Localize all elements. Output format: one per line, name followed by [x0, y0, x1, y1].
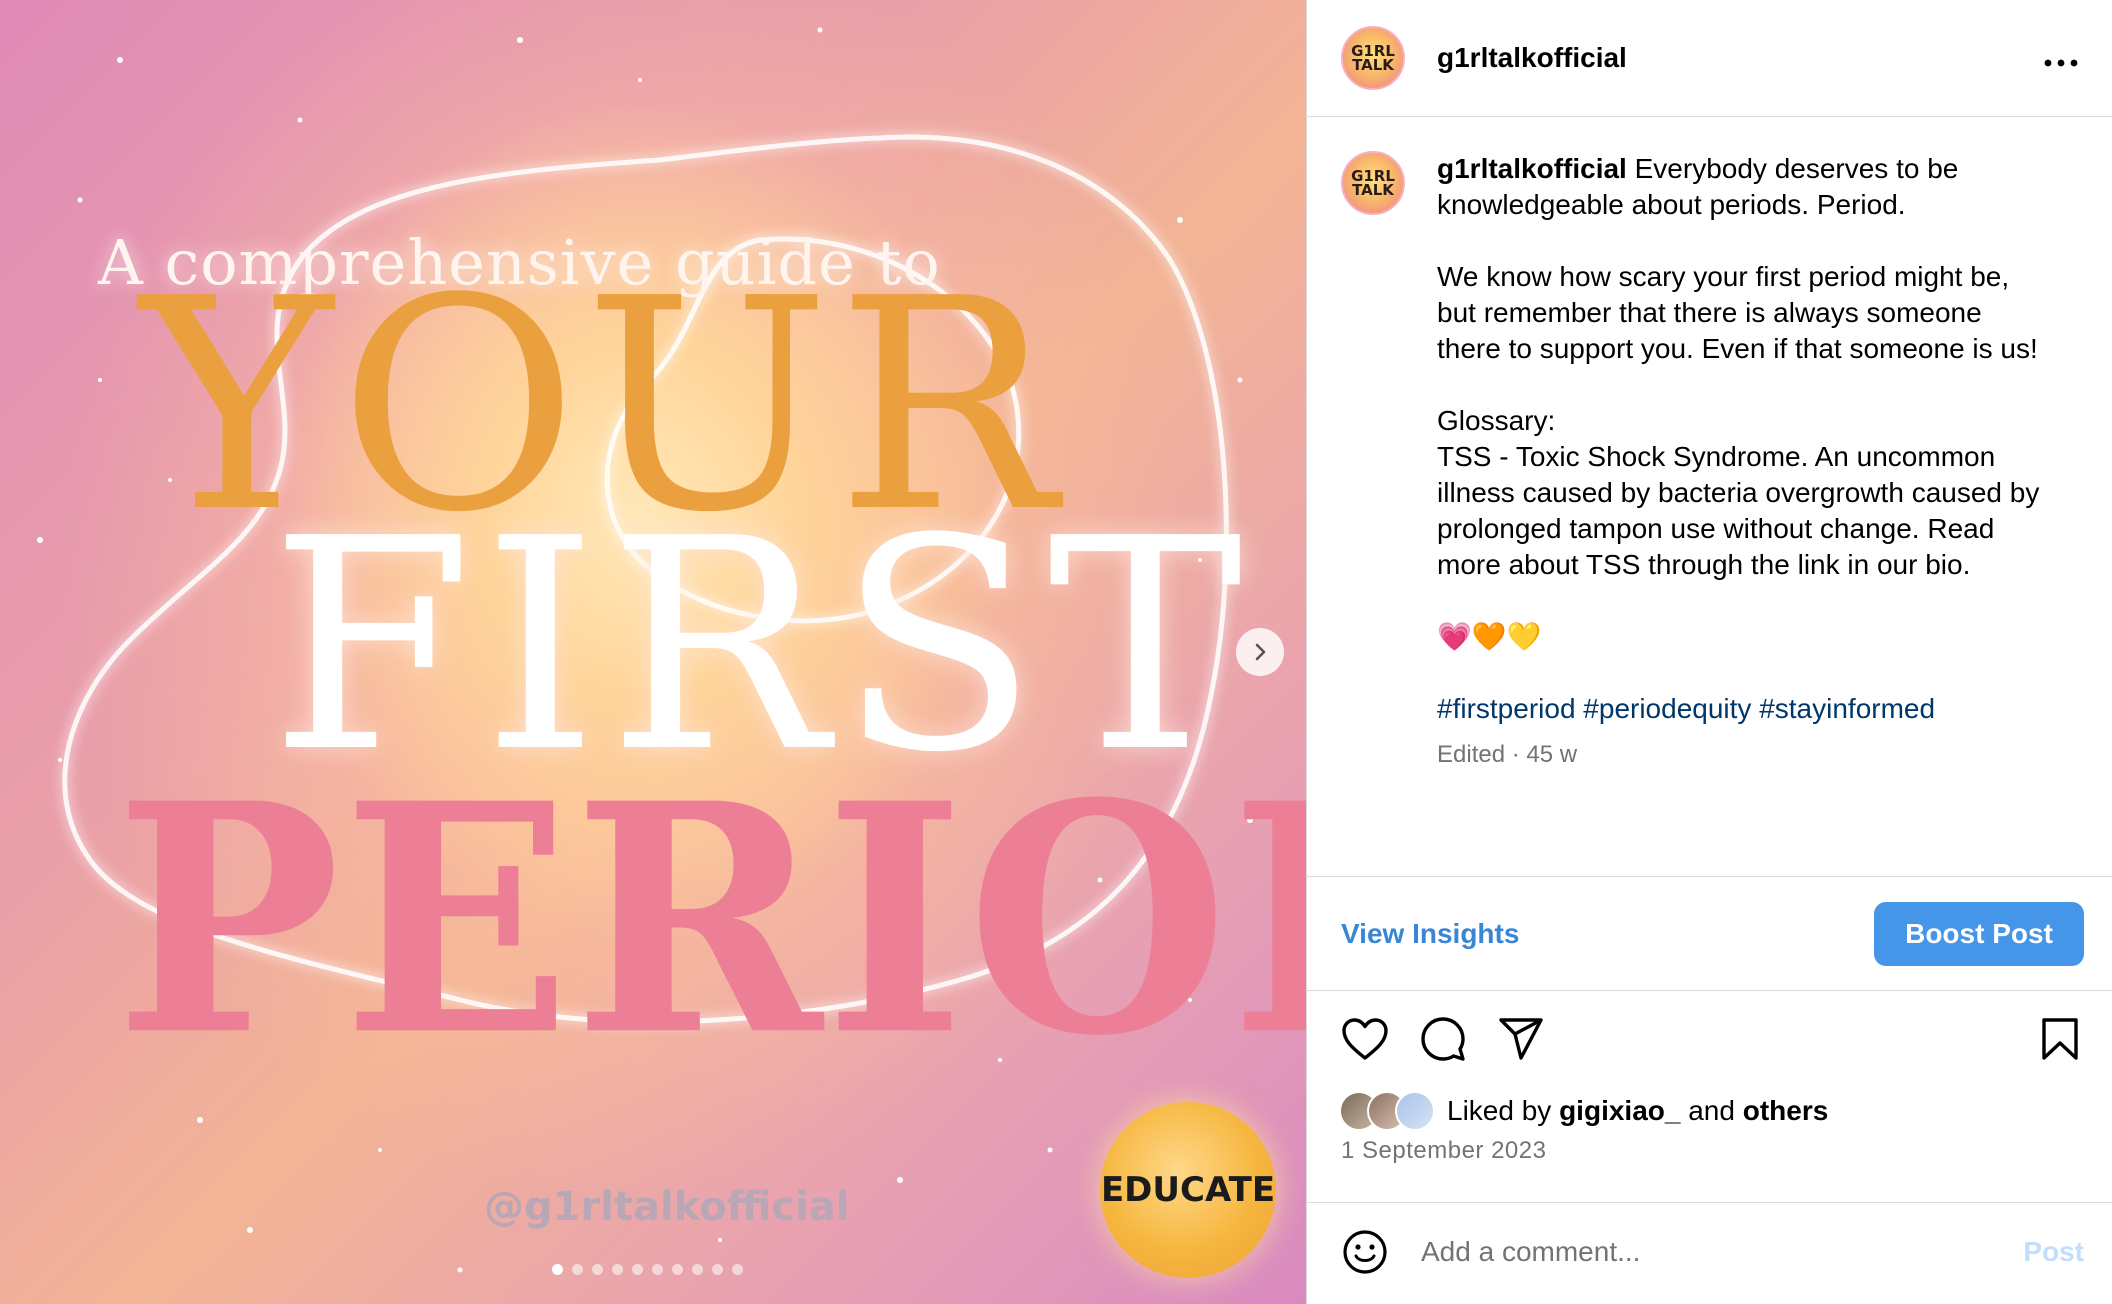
bookmark-icon	[2042, 1018, 2078, 1060]
caption-paragraph-2: We know how scary your first period migh…	[1437, 261, 2038, 364]
avatar-text-bottom: TALK	[1352, 56, 1394, 74]
caption-text: g1rltalkofficial Everybody deserves to b…	[1437, 151, 2049, 876]
comment-input[interactable]	[1421, 1236, 2024, 1268]
paper-plane-icon	[1499, 1018, 1543, 1060]
account-username[interactable]: g1rltalkofficial	[1437, 42, 2036, 74]
save-button[interactable]	[2034, 1013, 2086, 1065]
caption-area: G1RL TALK g1rltalkofficial Everybody dese…	[1307, 117, 2112, 877]
glossary-body: TSS - Toxic Shock Syndrome. An uncommon …	[1437, 441, 2040, 580]
comment-row: Post	[1307, 1203, 2112, 1301]
carousel-next-button[interactable]	[1236, 628, 1284, 676]
action-bar	[1339, 1013, 2086, 1065]
carousel-dot[interactable]	[672, 1264, 683, 1275]
comment-bubble-icon	[1421, 1017, 1465, 1061]
comment-button[interactable]	[1417, 1013, 1469, 1065]
account-avatar[interactable]: G1RL TALK	[1341, 26, 1405, 90]
educate-badge: EDUCATE	[1100, 1102, 1276, 1278]
educate-badge-label: EDUCATE	[1100, 1170, 1276, 1210]
share-button[interactable]	[1495, 1013, 1547, 1065]
post-side-panel: G1RL TALK g1rltalkofficial G1RL TALK g1rlt…	[1306, 0, 2112, 1304]
smiley-icon	[1343, 1230, 1387, 1274]
post-comment-button[interactable]: Post	[2023, 1236, 2084, 1268]
more-options-button[interactable]	[2036, 41, 2086, 75]
avatar-text-bottom: TALK	[1352, 181, 1394, 199]
view-insights-link[interactable]: View Insights	[1341, 918, 1519, 950]
likes-others[interactable]: others	[1743, 1095, 1829, 1126]
carousel-dot[interactable]	[712, 1264, 723, 1275]
likes-user[interactable]: gigixiao_	[1559, 1095, 1680, 1126]
carousel-dot[interactable]	[612, 1264, 623, 1275]
carousel-dot[interactable]	[552, 1264, 563, 1275]
hashtag-link[interactable]: #periodequity	[1583, 693, 1751, 724]
carousel-dot[interactable]	[692, 1264, 703, 1275]
carousel-dots	[552, 1264, 743, 1275]
glossary-heading: Glossary:	[1437, 405, 1556, 436]
likes-summary[interactable]: Liked by gigixiao_ and others	[1447, 1095, 1828, 1127]
caption-emojis: 💗🧡💛	[1437, 621, 1542, 652]
likes-middle: and	[1688, 1095, 1735, 1126]
emoji-picker-button[interactable]	[1341, 1228, 1389, 1276]
hashtag-link[interactable]: #stayinformed	[1759, 693, 1935, 724]
carousel-dot[interactable]	[632, 1264, 643, 1275]
hashtags: #firstperiod #periodequity #stayinformed	[1437, 691, 2049, 727]
likes-prefix: Liked by	[1447, 1095, 1552, 1126]
likes-row: Liked by gigixiao_ and others	[1339, 1091, 1828, 1131]
insights-row: View Insights Boost Post	[1307, 877, 2112, 991]
media-title-period: PERIOD.	[115, 734, 1306, 1105]
edited-timestamp[interactable]: Edited · 45 w	[1437, 737, 2049, 773]
carousel-dot[interactable]	[592, 1264, 603, 1275]
carousel-dot[interactable]	[732, 1264, 743, 1275]
heart-icon	[1342, 1018, 1388, 1060]
avatar-logo-text: G1RL TALK	[1351, 169, 1395, 199]
avatar-logo-text: G1RL TALK	[1351, 44, 1395, 74]
chevron-right-icon	[1255, 643, 1266, 661]
carousel-dot[interactable]	[572, 1264, 583, 1275]
media-watermark: @g1rltalkofficial	[484, 1184, 850, 1230]
carousel-dot[interactable]	[652, 1264, 663, 1275]
actions-block: Liked by gigixiao_ and others 1 Septembe…	[1307, 991, 2112, 1203]
post-media[interactable]: A comprehensive guide to YOUR FIRST PERI…	[0, 0, 1306, 1304]
liker-avatars[interactable]	[1339, 1091, 1435, 1131]
hashtag-link[interactable]: #firstperiod	[1437, 693, 1576, 724]
caption-username[interactable]: g1rltalkofficial	[1437, 153, 1627, 184]
post-header: G1RL TALK g1rltalkofficial	[1307, 0, 2112, 117]
liker-avatar	[1395, 1091, 1435, 1131]
boost-post-button[interactable]: Boost Post	[1874, 901, 2084, 966]
caption-avatar[interactable]: G1RL TALK	[1341, 151, 1405, 215]
post-date[interactable]: 1 September 2023	[1341, 1137, 1546, 1165]
more-horizontal-icon	[2044, 59, 2078, 67]
like-button[interactable]	[1339, 1013, 1391, 1065]
